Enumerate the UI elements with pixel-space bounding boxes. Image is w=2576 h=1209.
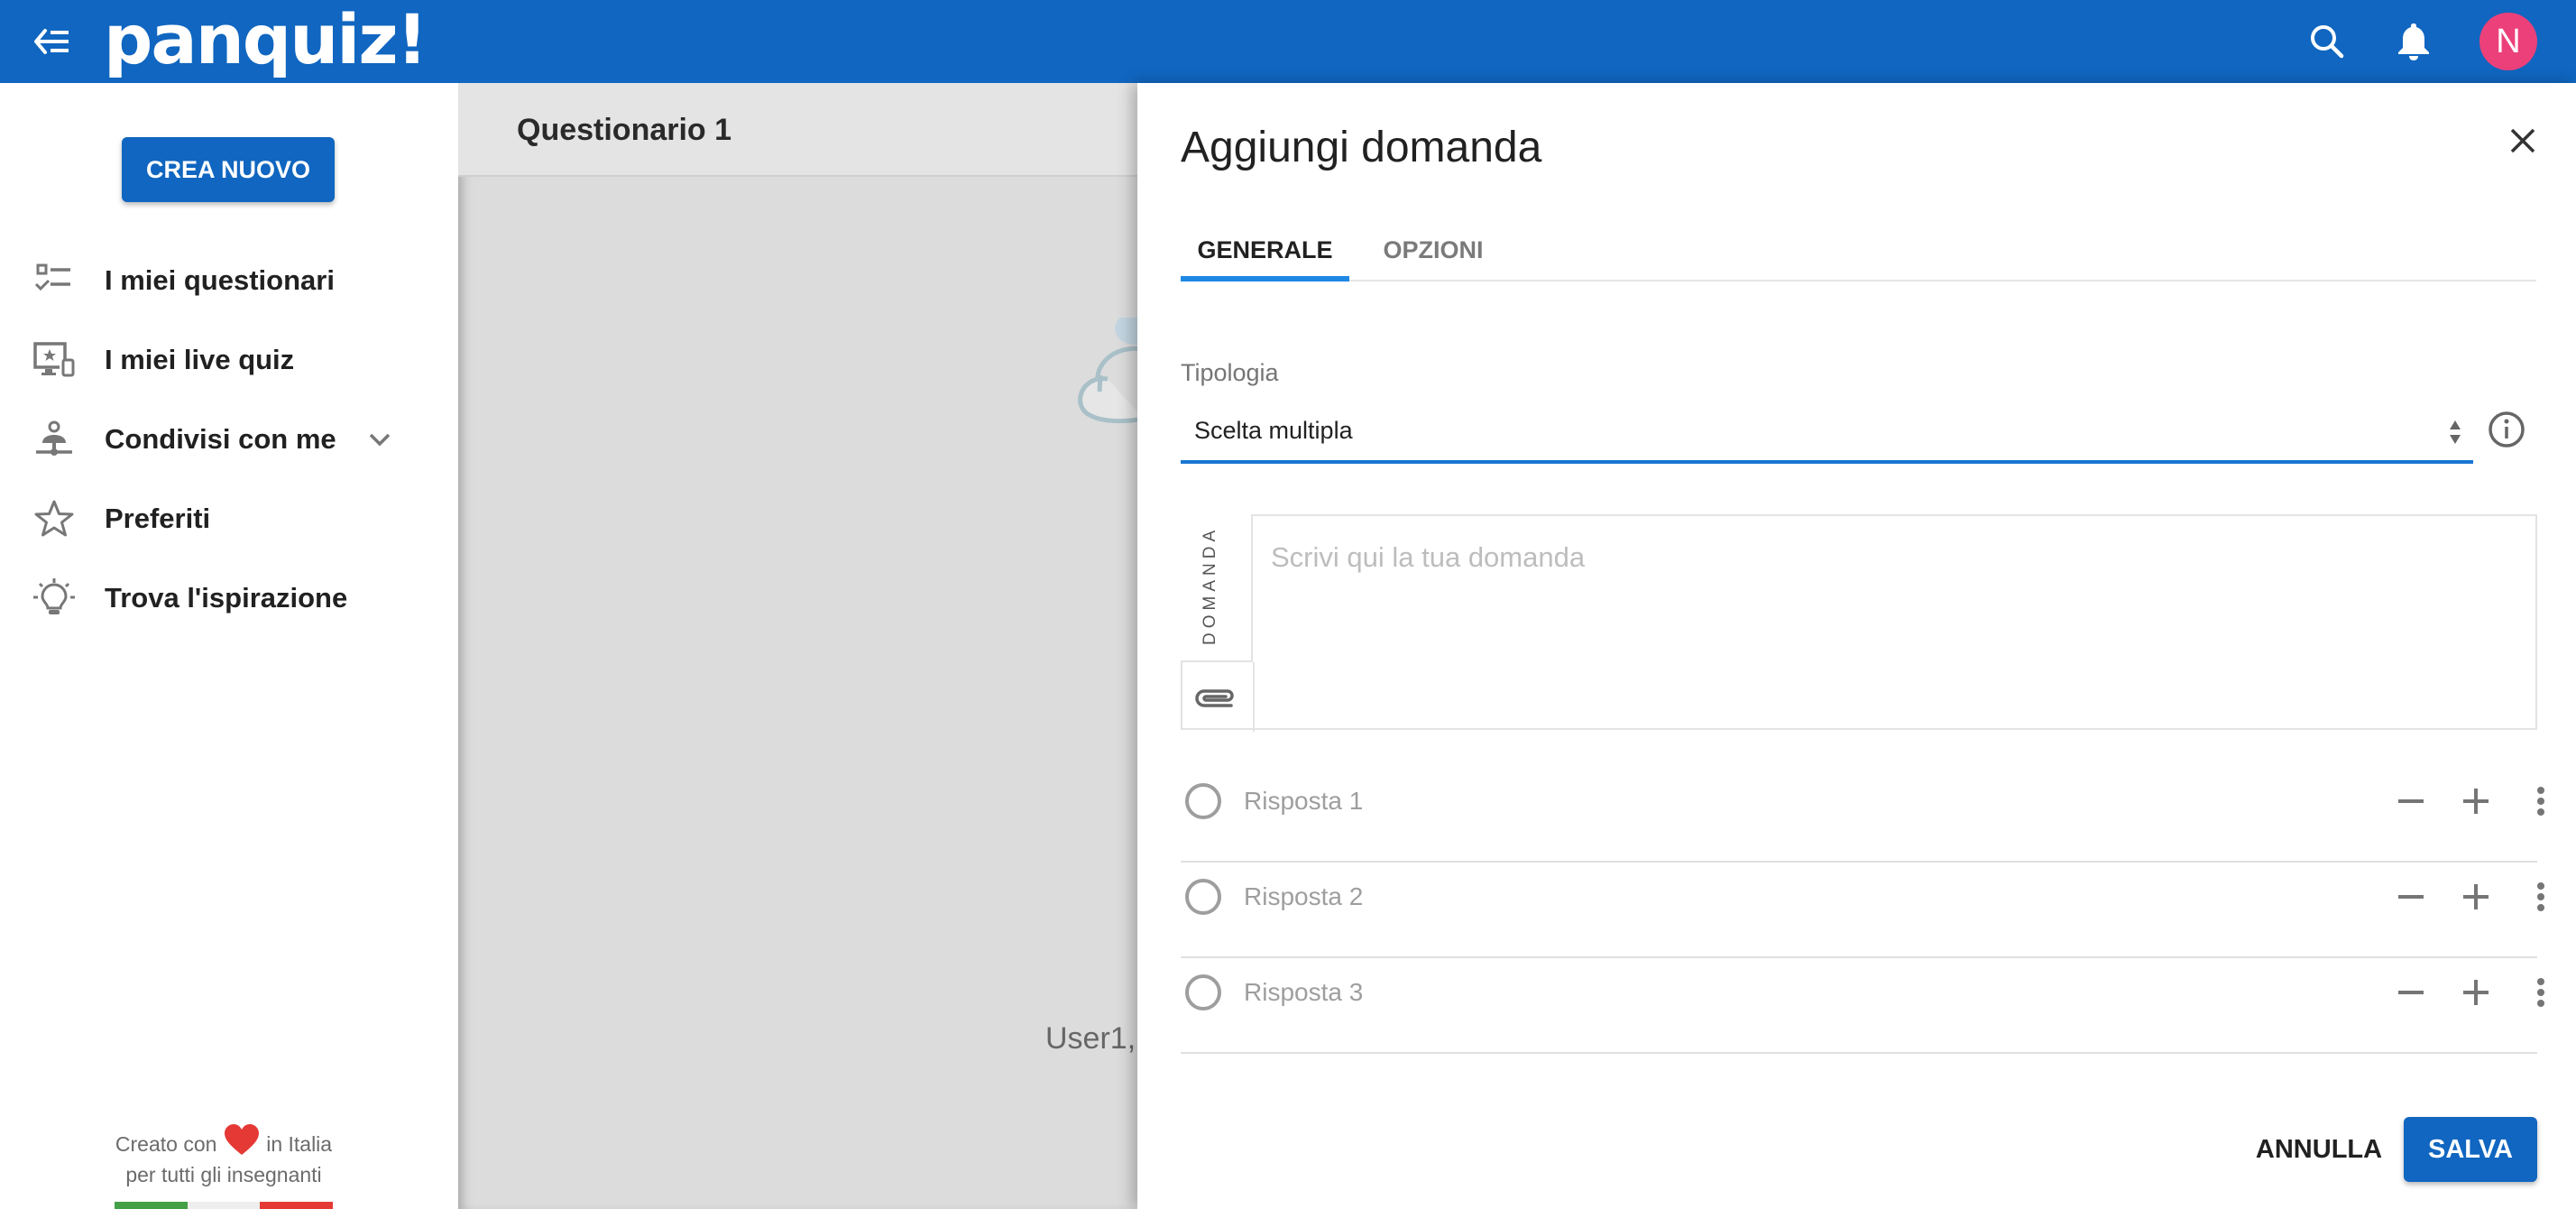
sidebar: CREA NUOVO I miei questionari I miei liv… — [0, 83, 458, 1209]
add-answer-icon[interactable] — [2458, 974, 2494, 1011]
partial-user-text: User1, — [1045, 1021, 1136, 1056]
main-content-backdrop[interactable]: Questionario 1 User1, — [458, 83, 1144, 1209]
question-side-label: DOMANDA — [1201, 525, 1219, 645]
cancel-button[interactable]: ANNULLA — [2247, 1117, 2391, 1182]
notifications-button[interactable] — [2392, 20, 2435, 63]
quiz-title: Questionario 1 — [517, 113, 732, 147]
select-arrows-icon — [2450, 420, 2461, 444]
drawer-tabs: GENERALE OPZIONI — [1181, 227, 2536, 281]
footer-text-before: Creato con — [115, 1132, 217, 1156]
more-options-icon[interactable] — [2523, 974, 2559, 1011]
add-question-drawer: Aggiungi domanda GENERALE OPZIONI Tipolo… — [1137, 83, 2576, 1209]
app-logo[interactable]: panquiz! — [104, 0, 428, 81]
save-button[interactable]: SALVA — [2404, 1117, 2537, 1182]
devices-star-icon — [33, 342, 75, 377]
cloud-illustration — [1078, 318, 1144, 424]
sidebar-item-label: Preferiti — [105, 503, 211, 534]
sidebar-item-favorites[interactable]: Preferiti — [0, 486, 458, 551]
question-side-tab: DOMANDA — [1181, 514, 1253, 662]
remove-answer-icon[interactable] — [2393, 783, 2429, 819]
menu-collapse-icon — [34, 29, 69, 54]
sidebar-item-inspiration[interactable]: Trova l'ispirazione — [0, 566, 458, 631]
heart-icon — [224, 1124, 259, 1155]
paperclip-icon — [1195, 689, 1234, 707]
correct-answer-radio[interactable] — [1185, 974, 1221, 1011]
sidebar-item-my-quizzes[interactable]: I miei questionari — [0, 248, 458, 313]
remove-answer-icon[interactable] — [2393, 974, 2429, 1011]
chevron-down-icon[interactable] — [366, 427, 393, 452]
top-app-bar: panquiz! N — [0, 0, 2576, 83]
more-options-icon[interactable] — [2523, 783, 2559, 819]
footer-tagline: per tutti gli insegnanti — [125, 1163, 322, 1186]
create-new-button[interactable]: CREA NUOVO — [122, 137, 335, 202]
remove-answer-icon[interactable] — [2393, 879, 2429, 915]
add-answer-icon[interactable] — [2458, 879, 2494, 915]
answer-row — [1181, 863, 2544, 958]
checklist-icon — [34, 263, 70, 291]
search-icon — [2311, 25, 2344, 59]
italian-flag — [115, 1202, 334, 1209]
answer-input[interactable] — [1244, 962, 2326, 1023]
sidebar-item-label: Condivisi con me — [105, 423, 336, 455]
user-avatar[interactable]: N — [2479, 13, 2537, 70]
star-icon — [34, 500, 74, 537]
add-answer-icon[interactable] — [2458, 783, 2494, 819]
answer-input[interactable] — [1244, 771, 2326, 832]
close-button[interactable] — [2505, 123, 2541, 159]
lightbulb-icon — [33, 578, 75, 614]
sidebar-item-live-quizzes[interactable]: I miei live quiz — [0, 328, 458, 392]
sidebar-item-shared-with-me[interactable]: Condivisi con me — [0, 407, 458, 472]
attach-button[interactable] — [1191, 680, 1238, 716]
correct-answer-radio[interactable] — [1185, 879, 1221, 915]
quiz-title-bar: Questionario 1 — [458, 83, 1137, 177]
info-icon — [2489, 411, 2525, 448]
correct-answer-radio[interactable] — [1185, 783, 1221, 819]
question-input[interactable] — [1255, 516, 2535, 728]
sidebar-item-label: I miei live quiz — [105, 344, 295, 375]
sidebar-item-label: I miei questionari — [105, 264, 335, 296]
sidebar-footer: Creato con in Italia per tutti gli inseg… — [90, 1122, 357, 1190]
answer-row — [1181, 958, 2544, 1054]
more-options-icon[interactable] — [2523, 879, 2559, 915]
search-button[interactable] — [2305, 20, 2349, 63]
sidebar-item-label: Trova l'ispirazione — [105, 582, 348, 614]
drawer-title: Aggiungi domanda — [1181, 124, 1542, 171]
question-type-value: Scelta multipla — [1194, 417, 1353, 444]
type-label: Tipologia — [1181, 359, 1279, 386]
answer-row — [1181, 767, 2544, 863]
info-button[interactable] — [2487, 410, 2526, 449]
question-type-select[interactable]: Scelta multipla — [1181, 401, 2473, 464]
close-icon — [2510, 128, 2535, 153]
bell-icon — [2398, 23, 2429, 60]
tab-generale[interactable]: GENERALE — [1181, 227, 1349, 281]
question-editor: DOMANDA — [1181, 514, 2537, 732]
menu-collapse-button[interactable] — [32, 23, 72, 60]
tab-opzioni[interactable]: OPZIONI — [1366, 227, 1501, 281]
footer-text-after: in Italia — [266, 1132, 333, 1156]
answer-input[interactable] — [1244, 866, 2326, 928]
shared-person-icon — [36, 420, 72, 456]
